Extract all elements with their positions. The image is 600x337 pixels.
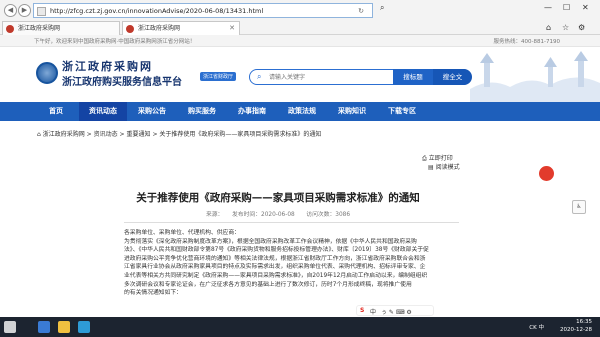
landmark-illustration: [470, 51, 600, 102]
tab-1-label: 浙江政府采购网: [18, 25, 61, 32]
main-nav: 首页 资讯动态 采购公告 购买服务 办事指南 政策法规 采购知识 下载专区: [0, 102, 600, 121]
ie-taskbar-icon[interactable]: [38, 321, 50, 333]
tab-2[interactable]: 浙江政府采购网 ✕: [122, 21, 240, 35]
nav-services[interactable]: 购买服务: [177, 102, 227, 121]
nav-guide[interactable]: 办事指南: [227, 102, 277, 121]
reading-icon: ▤: [428, 164, 436, 171]
breadcrumb-item-home[interactable]: 浙江政府采购网: [43, 131, 85, 138]
home-icon[interactable]: ⌂: [546, 23, 551, 32]
nav-knowledge[interactable]: 采购知识: [327, 102, 377, 121]
windows-taskbar: CK 中 16:35 2020-12-28: [0, 317, 600, 337]
breadcrumb-separator: >: [119, 131, 125, 138]
url-text[interactable]: http://zfcg.czt.zj.gov.cn/innovationAdvi…: [50, 7, 263, 15]
article-title: 关于推荐使用《政府采购——家具项目采购需求标准》的通知: [136, 192, 420, 204]
search-icon[interactable]: ⌕: [380, 3, 384, 13]
minimize-icon[interactable]: —: [544, 3, 552, 12]
breadcrumb-separator: >: [86, 131, 92, 138]
tab-2-label: 浙江政府采购网: [138, 25, 181, 32]
article-meta: 来源： 发布时间：2020-06-08 访问次数：3086: [205, 212, 351, 218]
assistant-mascot-icon[interactable]: [520, 146, 565, 182]
site-icon: [126, 25, 134, 33]
site-topbar: 下午好，欢迎来到中国政府采购网·中国政府采购网浙江省分网站！ 服务热线：400-…: [0, 35, 600, 47]
ime-mode[interactable]: 中: [370, 307, 376, 316]
ime-tools[interactable]: ぅ ✎ ⌨ ⚙: [381, 307, 412, 316]
site-title: 浙江政府采购网: [62, 60, 153, 73]
reading-mode-link[interactable]: ▤ 阅读模式: [428, 162, 460, 171]
site-search: ⌕ 搜标题 搜全文: [249, 69, 472, 85]
nav-procurement[interactable]: 采购公告: [127, 102, 177, 121]
accessibility-icon[interactable]: ♿: [572, 200, 586, 214]
search-input[interactable]: [269, 72, 389, 82]
article-paragraph: 江省家具行业协会从政府采购家具项目的特点及实际需求出发，组织采购单位代表、采购代…: [124, 264, 426, 271]
search-icon: ⌕: [257, 72, 262, 81]
nav-download[interactable]: 下载专区: [377, 102, 427, 121]
breadcrumb-item-notice[interactable]: 重要通知: [127, 131, 151, 138]
article-paragraph: 进政府采购公平竞争优化营商环境的通知》等相关法律法规，根据浙江省财政厅工作方向，…: [124, 255, 426, 262]
welcome-text: 下午好，欢迎来到中国政府采购网·中国政府采购网浙江省分网站！: [34, 39, 196, 45]
site-icon: [6, 25, 14, 33]
department-badge: 浙江省财政厅: [200, 72, 237, 81]
tab-strip: 浙江政府采购网 浙江政府采购网 ✕ ⌂ ☆ ⚙: [0, 21, 600, 35]
breadcrumb-item-news[interactable]: 资讯动态: [94, 131, 118, 138]
clock-time: 16:35: [576, 319, 592, 325]
ime-logo-icon: S: [360, 307, 365, 314]
gear-icon[interactable]: ⚙: [578, 23, 585, 32]
article-paragraph: 业代表等相关方共同研究制定《政府采购——家具项目采购需求标准》，自2019年12…: [124, 272, 428, 279]
site-subtitle: 浙江政府购买服务信息平台: [62, 77, 182, 88]
tray-text[interactable]: CK 中: [529, 323, 544, 331]
address-bar[interactable]: http://zfcg.czt.zj.gov.cn/innovationAdvi…: [33, 3, 373, 18]
article-paragraph: 多次调研会议和专家论证会，在广泛征求各方意见的基础上进行了数次修订，历时7个月形…: [124, 281, 412, 288]
clock[interactable]: 16:35 2020-12-28: [560, 319, 592, 334]
clock-date: 2020-12-28: [560, 326, 592, 333]
page-icon: [37, 7, 46, 16]
article-paragraph: 各采购单位、采购单位、代理机构、供应商：: [124, 230, 240, 236]
nav-news[interactable]: 资讯动态: [79, 102, 127, 121]
close-tab-icon[interactable]: ✕: [229, 22, 235, 35]
address-row: ◀ ▶ http://zfcg.czt.zj.gov.cn/innovation…: [0, 0, 600, 21]
tab-1[interactable]: 浙江政府采购网: [2, 21, 120, 35]
search-title-button[interactable]: 搜标题: [393, 69, 433, 85]
browser-chrome: ◀ ▶ http://zfcg.czt.zj.gov.cn/innovation…: [0, 0, 600, 35]
print-label: 立即打印: [428, 155, 453, 162]
folder-icon[interactable]: [58, 321, 70, 333]
refresh-icon[interactable]: ↻: [358, 7, 364, 15]
hotline-text: 服务热线：400-881-7190: [493, 39, 560, 45]
breadcrumb: ⌂ 浙江政府采购网 > 资讯动态 > 重要通知 > 关于推荐使用《政府采购——家…: [37, 129, 321, 138]
article-body: 各采购单位、采购单位、代理机构、供应商： 为贯彻落实《深化政府采购制度改革方案》…: [124, 229, 474, 298]
forward-icon[interactable]: ▶: [18, 4, 31, 17]
divider: [124, 222, 459, 223]
star-icon[interactable]: ☆: [562, 23, 569, 32]
close-icon[interactable]: ✕: [582, 3, 589, 12]
nav-home[interactable]: 首页: [34, 102, 78, 121]
search-fulltext-button[interactable]: 搜全文: [433, 69, 472, 85]
article-paragraph: 为贯彻落实《深化政府采购制度改革方案》，根据全国政府采购改革工作会议精神，依据《…: [124, 238, 417, 245]
article-paragraph: 的有关情况通知如下：: [124, 290, 182, 297]
breadcrumb-separator: >: [152, 131, 158, 138]
article-paragraph: 法》、《中华人民共和国财政部令第87号《政府采购货物和服务招标投标管理办法》、财…: [124, 247, 429, 254]
site-header: 浙江政府采购网 浙江政府购买服务信息平台 浙江省财政厅 ⌕ 搜标题 搜全文: [0, 47, 600, 102]
app-icon[interactable]: [78, 321, 90, 333]
nav-policy[interactable]: 政策法规: [277, 102, 327, 121]
start-icon[interactable]: [4, 321, 16, 333]
ime-toolbar[interactable]: S 中 ぅ ✎ ⌨ ⚙: [356, 305, 434, 316]
back-icon[interactable]: ◀: [4, 4, 17, 17]
breadcrumb-current: 关于推荐使用《政府采购——家具项目采购需求标准》的通知: [159, 131, 322, 138]
maximize-icon[interactable]: ☐: [563, 3, 570, 12]
site-logo: [36, 62, 58, 84]
print-icon: ⎙: [422, 155, 429, 162]
reading-label: 阅读模式: [435, 164, 460, 171]
